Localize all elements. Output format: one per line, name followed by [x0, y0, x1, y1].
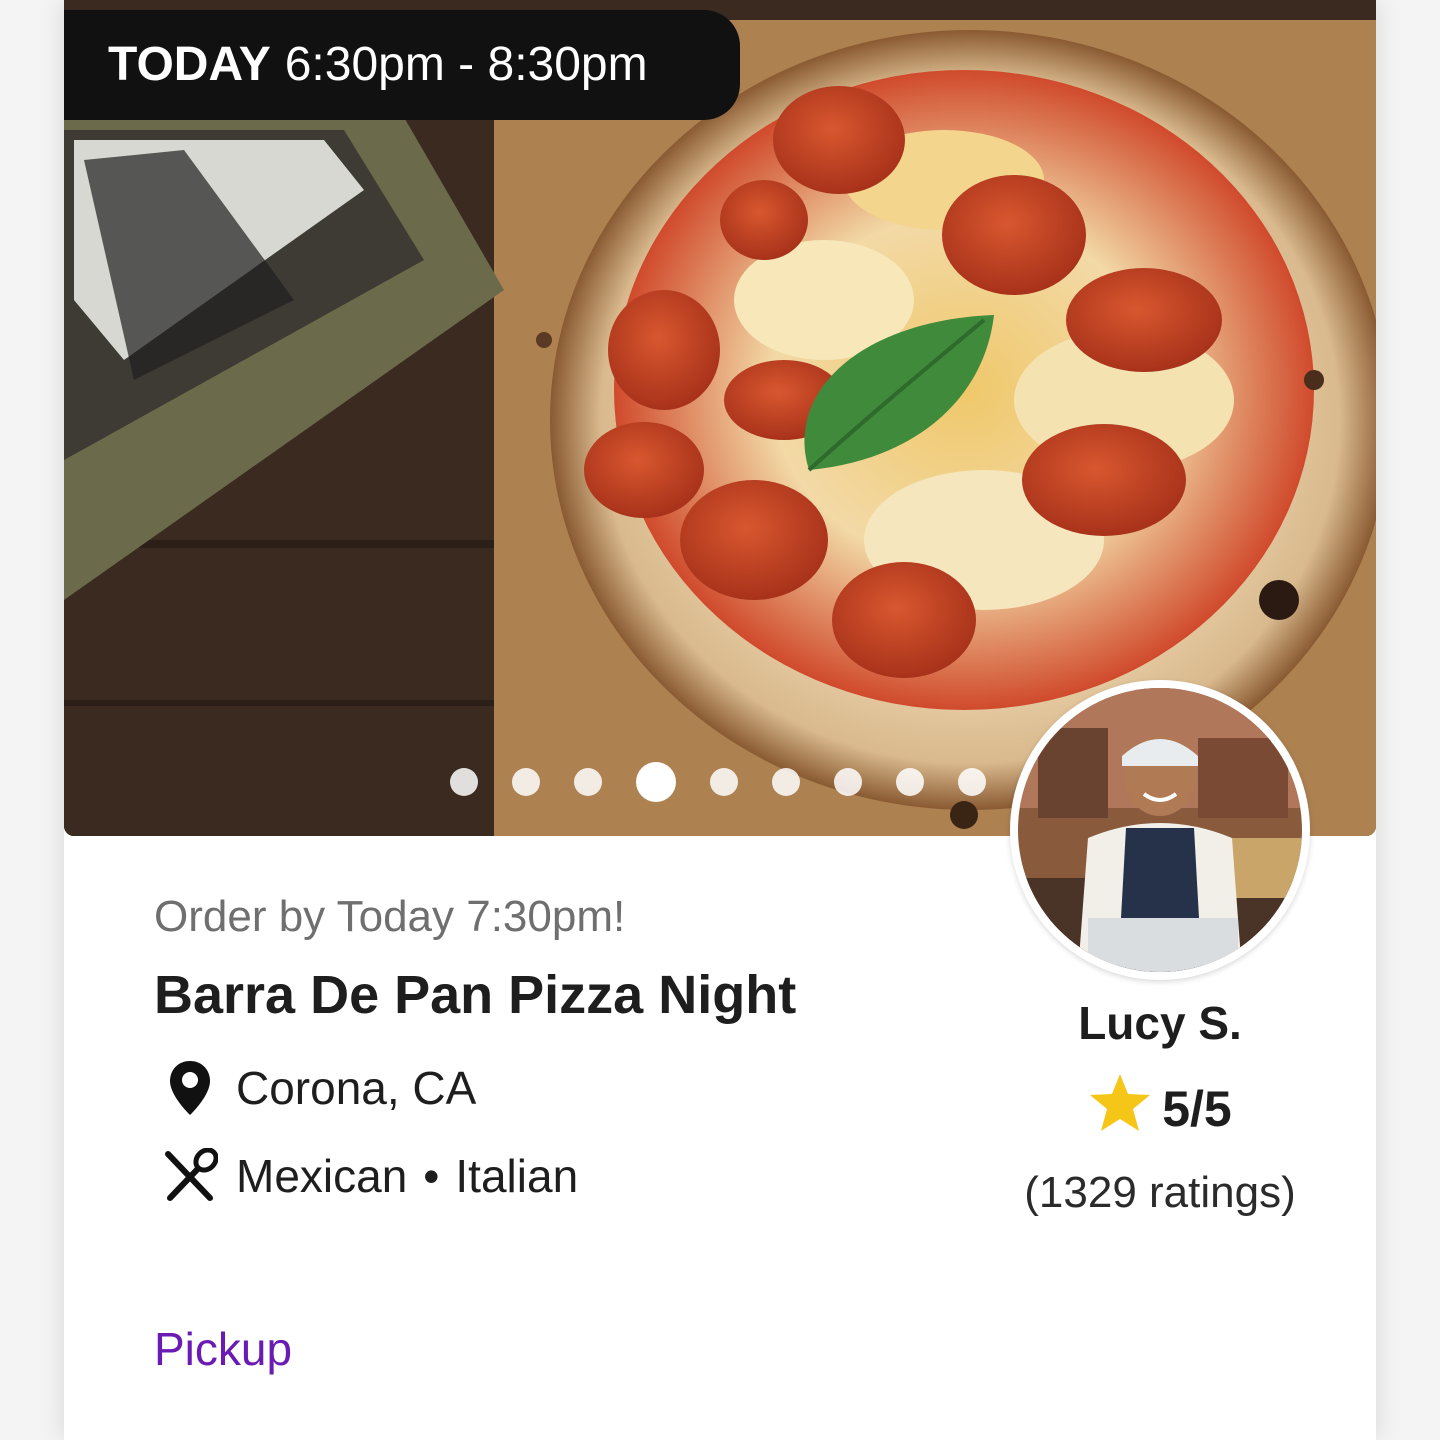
event-location: Corona, CA	[236, 1062, 477, 1114]
carousel-indicator	[450, 762, 986, 802]
time-day-label: TODAY	[108, 38, 271, 91]
chef-name[interactable]: Lucy S.	[1010, 996, 1310, 1050]
carousel-dot[interactable]	[772, 768, 800, 796]
chef-avatar[interactable]	[1010, 680, 1310, 980]
map-pin-icon	[160, 1058, 220, 1118]
chef-photo	[1018, 688, 1302, 972]
event-title[interactable]: Barra De Pan Pizza Night	[154, 964, 796, 1026]
chef-rating: 5/5	[1010, 1072, 1310, 1146]
carousel-dot[interactable]	[512, 768, 540, 796]
event-cuisine-row: Mexican • Italian	[160, 1146, 578, 1206]
carousel-dot[interactable]	[710, 768, 738, 796]
cuisine-2: Italian	[455, 1150, 579, 1202]
time-range-label: 6:30pm - 8:30pm	[284, 38, 648, 91]
order-deadline: Order by Today 7:30pm!	[154, 892, 626, 941]
carousel-dot[interactable]	[958, 768, 986, 796]
cuisine-1: Mexican	[236, 1150, 408, 1202]
event-time-badge: TODAY 6:30pm - 8:30pm	[64, 10, 740, 120]
carousel-dot[interactable]	[574, 768, 602, 796]
event-location-row: Corona, CA	[160, 1058, 476, 1118]
fulfillment-type: Pickup	[154, 1323, 293, 1375]
carousel-dot[interactable]	[896, 768, 924, 796]
cuisine-separator: •	[423, 1150, 440, 1202]
carousel-dot-active[interactable]	[636, 762, 676, 802]
star-icon	[1088, 1072, 1152, 1146]
carousel-dot[interactable]	[834, 768, 862, 796]
event-card[interactable]: TODAY 6:30pm - 8:30pm Order by Today 7:3…	[64, 0, 1376, 1440]
rating-count: (1329 ratings)	[1024, 1168, 1296, 1217]
fork-spoon-icon	[160, 1146, 220, 1206]
rating-value: 5/5	[1162, 1081, 1232, 1137]
carousel-dot[interactable]	[450, 768, 478, 796]
